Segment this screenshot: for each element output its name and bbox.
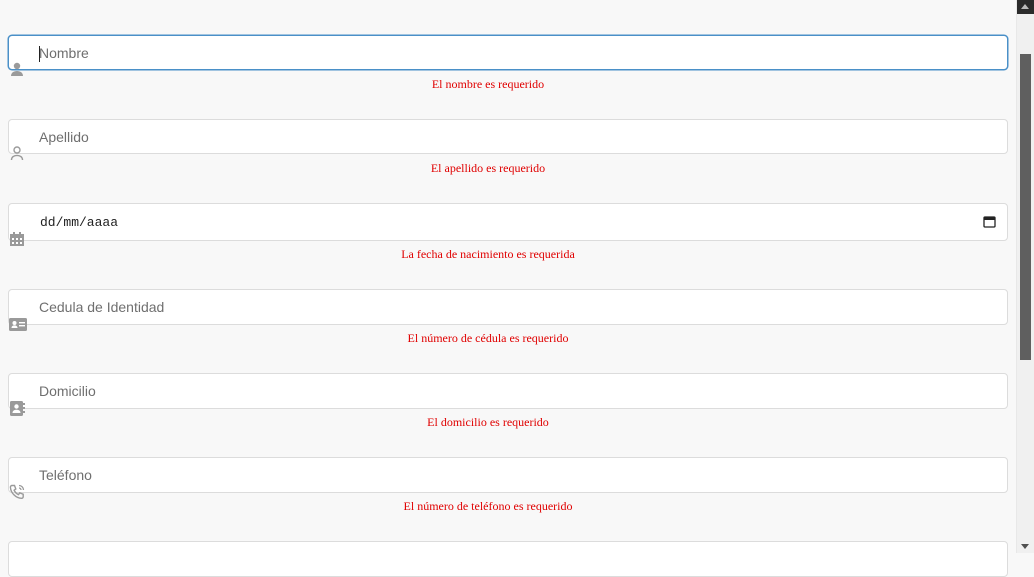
address-book-icon bbox=[9, 400, 25, 416]
fecha-nacimiento-input[interactable]: dd/mm/aaaa bbox=[8, 203, 1008, 241]
nombre-placeholder: Nombre bbox=[39, 45, 89, 61]
cedula-error: El número de cédula es requerido bbox=[407, 331, 569, 345]
id-card-icon bbox=[9, 316, 27, 332]
chevron-up-icon bbox=[1021, 4, 1029, 9]
apellido-input[interactable]: Apellido bbox=[8, 119, 1008, 154]
telefono-input[interactable]: Teléfono bbox=[8, 457, 1008, 493]
next-input-partial[interactable] bbox=[8, 541, 1008, 577]
user-solid-icon bbox=[9, 61, 25, 77]
nombre-error: El nombre es requerido bbox=[431, 77, 545, 91]
domicilio-input[interactable]: Domicilio bbox=[8, 373, 1008, 409]
scrollbar-thumb[interactable] bbox=[1020, 54, 1031, 360]
nombre-input[interactable]: Nombre bbox=[8, 35, 1008, 70]
phone-icon bbox=[9, 484, 25, 500]
domicilio-placeholder: Domicilio bbox=[39, 383, 96, 399]
apellido-error: El apellido es requerido bbox=[430, 161, 546, 175]
vertical-scrollbar[interactable] bbox=[1016, 0, 1034, 553]
scroll-down-arrow-icon[interactable] bbox=[1021, 544, 1029, 549]
domicilio-error: El domicilio es requerido bbox=[427, 415, 549, 429]
telefono-error: El número de teléfono es requerido bbox=[403, 499, 573, 513]
apellido-placeholder: Apellido bbox=[39, 129, 89, 145]
cedula-input[interactable]: Cedula de Identidad bbox=[8, 289, 1008, 325]
user-outline-icon bbox=[9, 145, 25, 161]
calendar-picker-icon[interactable] bbox=[983, 215, 996, 228]
telefono-placeholder: Teléfono bbox=[39, 467, 92, 483]
cedula-placeholder: Cedula de Identidad bbox=[39, 299, 165, 315]
calendar-icon bbox=[9, 231, 25, 247]
fecha-error: La fecha de nacimiento es requerida bbox=[401, 247, 575, 261]
fecha-placeholder: dd/mm/aaaa bbox=[40, 215, 119, 230]
scroll-up-button[interactable] bbox=[1017, 0, 1034, 14]
